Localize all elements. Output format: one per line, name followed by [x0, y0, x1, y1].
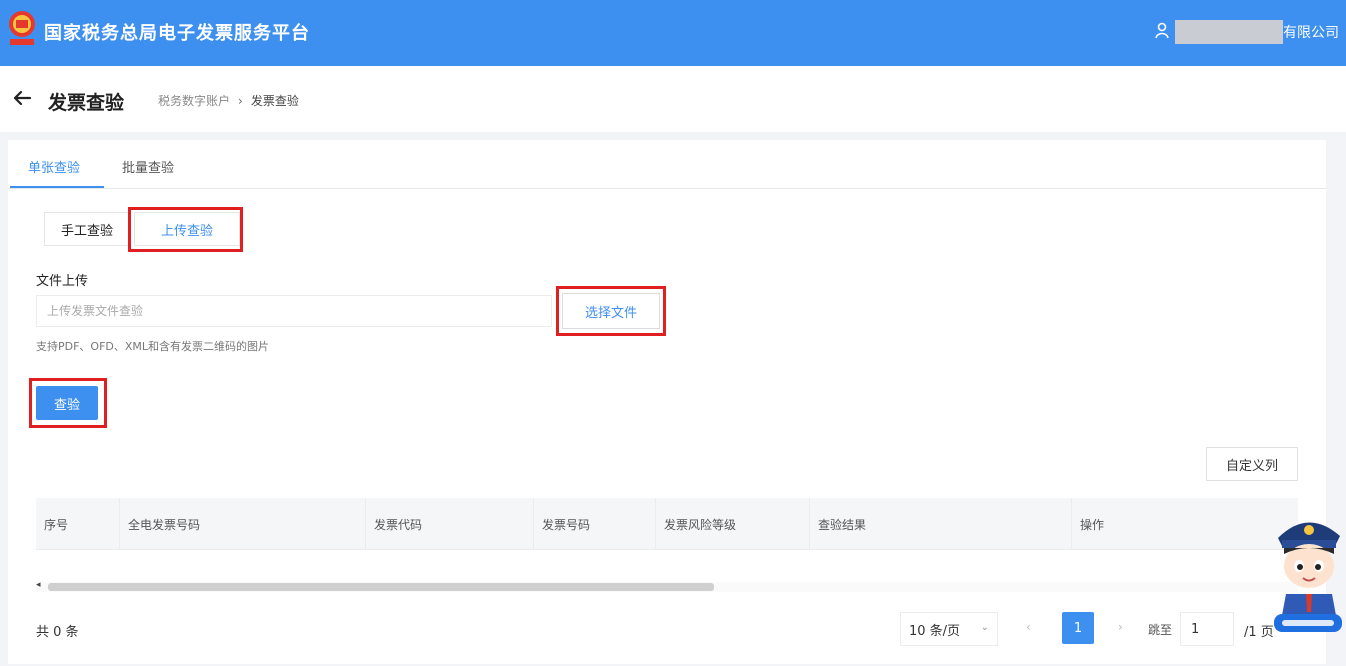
page-number-button[interactable]: 1 [1062, 612, 1094, 644]
column-header-invoice-number: 发票号码 [534, 498, 656, 550]
highlight-box-upload-check [128, 207, 243, 252]
column-header-actions: 操作 [1080, 517, 1105, 532]
chevron-down-icon: ⌄ [980, 622, 989, 633]
jump-page-input[interactable] [1180, 612, 1234, 646]
breadcrumb-separator: › [238, 94, 243, 108]
results-table-header: 序号 全电发票号码 发票代码 发票号码 发票风险等级 查验结果 操作 [36, 498, 1298, 550]
jump-to-label: 跳至 [1148, 623, 1173, 637]
page-size-value: 10 条/页 [909, 623, 961, 639]
tab-divider [8, 188, 1326, 189]
highlight-box-check [29, 378, 107, 428]
page-size-select[interactable]: 10 条/页 ⌄ [900, 612, 998, 646]
column-header-risk-level: 发票风险等级 [656, 498, 810, 550]
national-emblem-icon [9, 11, 35, 45]
arrow-left-icon[interactable] [10, 88, 34, 108]
tab-single-check[interactable]: 单张查验 [28, 157, 80, 176]
tax-officer-mascot[interactable] [1270, 508, 1346, 636]
user-icon[interactable] [1154, 22, 1170, 40]
breadcrumb-item-account[interactable]: 税务数字账户 [158, 94, 230, 108]
scroll-left-arrow-icon[interactable]: ◂ [36, 580, 41, 590]
tab-batch-check[interactable]: 批量查验 [122, 157, 174, 176]
breadcrumb: 税务数字账户 › 发票查验 [158, 92, 299, 109]
app-title: 国家税务总局电子发票服务平台 [44, 23, 310, 44]
horizontal-scrollbar-thumb[interactable] [48, 583, 714, 591]
user-company-suffix: 有限公司 [1283, 25, 1339, 41]
page-title: 发票查验 [48, 92, 125, 114]
column-header-invoice-number-full: 全电发票号码 [120, 498, 366, 550]
column-header-check-result: 查验结果 [810, 498, 1072, 550]
column-header-index: 序号 [36, 498, 120, 550]
breadcrumb-item-current: 发票查验 [250, 94, 299, 108]
total-count: 共 0 条 [36, 625, 79, 640]
custom-columns-button[interactable]: 自定义列 [1206, 447, 1298, 481]
file-upload-label: 文件上传 [36, 274, 89, 289]
prev-page-button[interactable]: ‹ [1026, 620, 1031, 634]
upload-file-input[interactable] [36, 295, 552, 327]
user-name-redacted [1175, 20, 1283, 44]
next-page-button[interactable]: › [1118, 620, 1123, 634]
supported-formats-hint: 支持PDF、OFD、XML和含有发票二维码的图片 [36, 340, 270, 353]
manual-check-button[interactable]: 手工查验 [44, 212, 130, 246]
highlight-box-choose-file [556, 286, 666, 336]
column-header-invoice-code: 发票代码 [366, 498, 534, 550]
